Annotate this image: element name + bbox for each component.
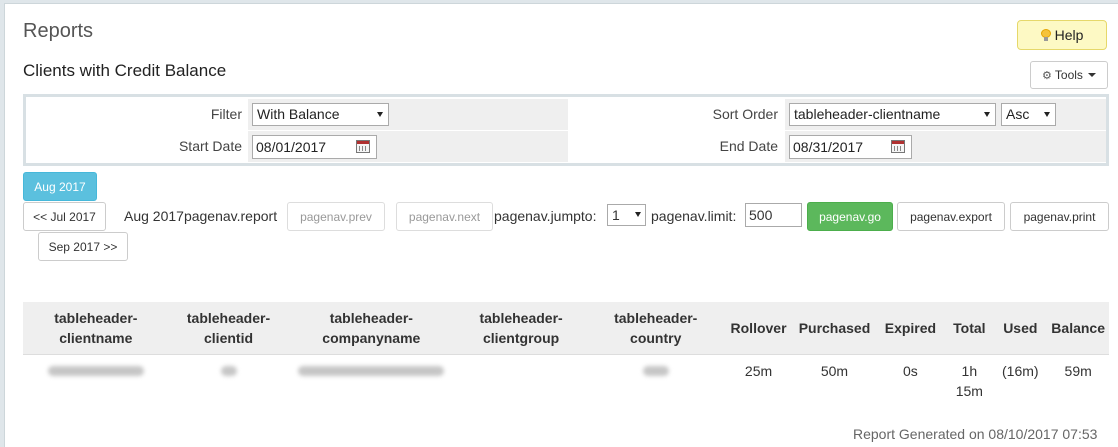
start-date-label: Start Date: [26, 131, 242, 162]
sort-field-select[interactable]: tableheader-clientname: [789, 103, 996, 126]
tools-label: Tools: [1054, 68, 1083, 82]
end-date-field[interactable]: 08/31/2017: [789, 135, 912, 159]
next-page-button[interactable]: pagenav.next: [396, 202, 493, 231]
sort-order-label: Sort Order: [568, 99, 778, 130]
redacted-text: [220, 366, 237, 376]
sort-direction-select[interactable]: Asc: [1001, 103, 1056, 126]
filter-panel: Filter With Balance Sort Order tablehead…: [23, 94, 1109, 166]
cell-rollover: 25m: [744, 363, 773, 379]
redacted-text: [298, 366, 445, 376]
table-row: 25m 50m 0s 1h 15m (16m) 59m: [23, 355, 1109, 411]
header-clientid[interactable]: tableheader-clientid: [168, 302, 289, 355]
header-clientgroup[interactable]: tableheader-clientgroup: [454, 302, 588, 355]
print-button[interactable]: pagenav.print: [1010, 202, 1109, 231]
calendar-icon[interactable]: [891, 140, 905, 153]
page-title: Reports: [23, 20, 94, 42]
caret-down-icon: [1087, 73, 1096, 77]
sort-field-value: tableheader-clientname: [794, 106, 941, 122]
header-country[interactable]: tableheader-country: [587, 302, 724, 355]
end-date-cell: 08/31/2017: [785, 131, 1106, 162]
dropdown-arrow-icon: [635, 212, 641, 217]
dropdown-arrow-icon: [984, 112, 990, 117]
report-table: tableheader-clientname tableheader-clien…: [23, 302, 1109, 410]
start-date-value: 08/01/2017: [256, 139, 327, 155]
end-date-value: 08/31/2017: [793, 139, 864, 155]
header-total[interactable]: Total: [945, 302, 994, 355]
header-rollover[interactable]: Rollover: [723, 302, 794, 355]
cell-clientgroup: [454, 355, 588, 411]
cell-used: (16m): [1002, 363, 1039, 379]
gears-icon: ⚙: [1042, 69, 1052, 82]
sort-cell: tableheader-clientname Asc: [785, 99, 1106, 130]
limit-input[interactable]: 500: [745, 203, 802, 227]
report-generated-text: Report Generated on 08/10/2017 07:53: [853, 426, 1098, 442]
end-date-label: End Date: [568, 131, 778, 162]
tools-button[interactable]: ⚙ Tools: [1030, 61, 1108, 89]
sort-direction-value: Asc: [1006, 106, 1030, 122]
next-month-button[interactable]: Sep 2017 >>: [38, 232, 128, 261]
header-expired[interactable]: Expired: [875, 302, 946, 355]
prev-month-button[interactable]: << Jul 2017: [23, 202, 106, 231]
cell-purchased: 50m: [820, 363, 849, 379]
start-date-cell: 08/01/2017: [248, 131, 568, 162]
redacted-text: [47, 366, 144, 376]
dropdown-arrow-icon: [1044, 112, 1050, 117]
jumpto-select[interactable]: 1: [607, 204, 646, 226]
calendar-icon[interactable]: [356, 140, 370, 153]
cell-expired: 0s: [903, 363, 918, 379]
report-panel: Reports Clients with Credit Balance Help…: [4, 3, 1118, 447]
header-clientname[interactable]: tableheader-clientname: [23, 302, 169, 355]
export-button[interactable]: pagenav.export: [897, 202, 1005, 231]
limit-label: pagenav.limit:: [651, 208, 737, 224]
header-balance[interactable]: Balance: [1047, 302, 1109, 355]
filter-cell: With Balance: [248, 99, 568, 130]
dropdown-arrow-icon: [377, 112, 383, 117]
jumpto-value: 1: [612, 207, 620, 223]
header-used[interactable]: Used: [993, 302, 1048, 355]
help-label: Help: [1054, 27, 1084, 43]
cell-total: 1h 15m: [955, 363, 983, 399]
cell-clientname: [23, 355, 169, 411]
go-button[interactable]: pagenav.go: [807, 202, 893, 231]
filter-row: Filter With Balance Sort Order tablehead…: [26, 99, 1106, 130]
header-companyname[interactable]: tableheader-companyname: [288, 302, 455, 355]
report-period-text: Aug 2017pagenav.report: [124, 208, 278, 224]
lightbulb-icon: [1040, 29, 1051, 41]
cell-companyname: [288, 355, 454, 411]
filter-value: With Balance: [257, 106, 340, 122]
cell-country: [588, 355, 724, 411]
help-button[interactable]: Help: [1017, 20, 1107, 50]
start-date-field[interactable]: 08/01/2017: [252, 135, 377, 159]
current-month-button[interactable]: Aug 2017: [23, 172, 97, 201]
filter-select[interactable]: With Balance: [252, 103, 389, 126]
date-row: Start Date 08/01/2017 End Date 08/31/201…: [26, 131, 1106, 162]
table-header-row: tableheader-clientname tableheader-clien…: [23, 302, 1109, 355]
cell-balance: 59m: [1064, 363, 1092, 379]
redacted-text: [642, 366, 669, 376]
cell-clientid: [169, 355, 289, 411]
jumpto-label: pagenav.jumpto:: [494, 208, 597, 224]
header-purchased[interactable]: Purchased: [793, 302, 876, 355]
filter-label: Filter: [26, 99, 242, 130]
report-subtitle: Clients with Credit Balance: [23, 61, 227, 80]
prev-page-button[interactable]: pagenav.prev: [287, 202, 385, 231]
